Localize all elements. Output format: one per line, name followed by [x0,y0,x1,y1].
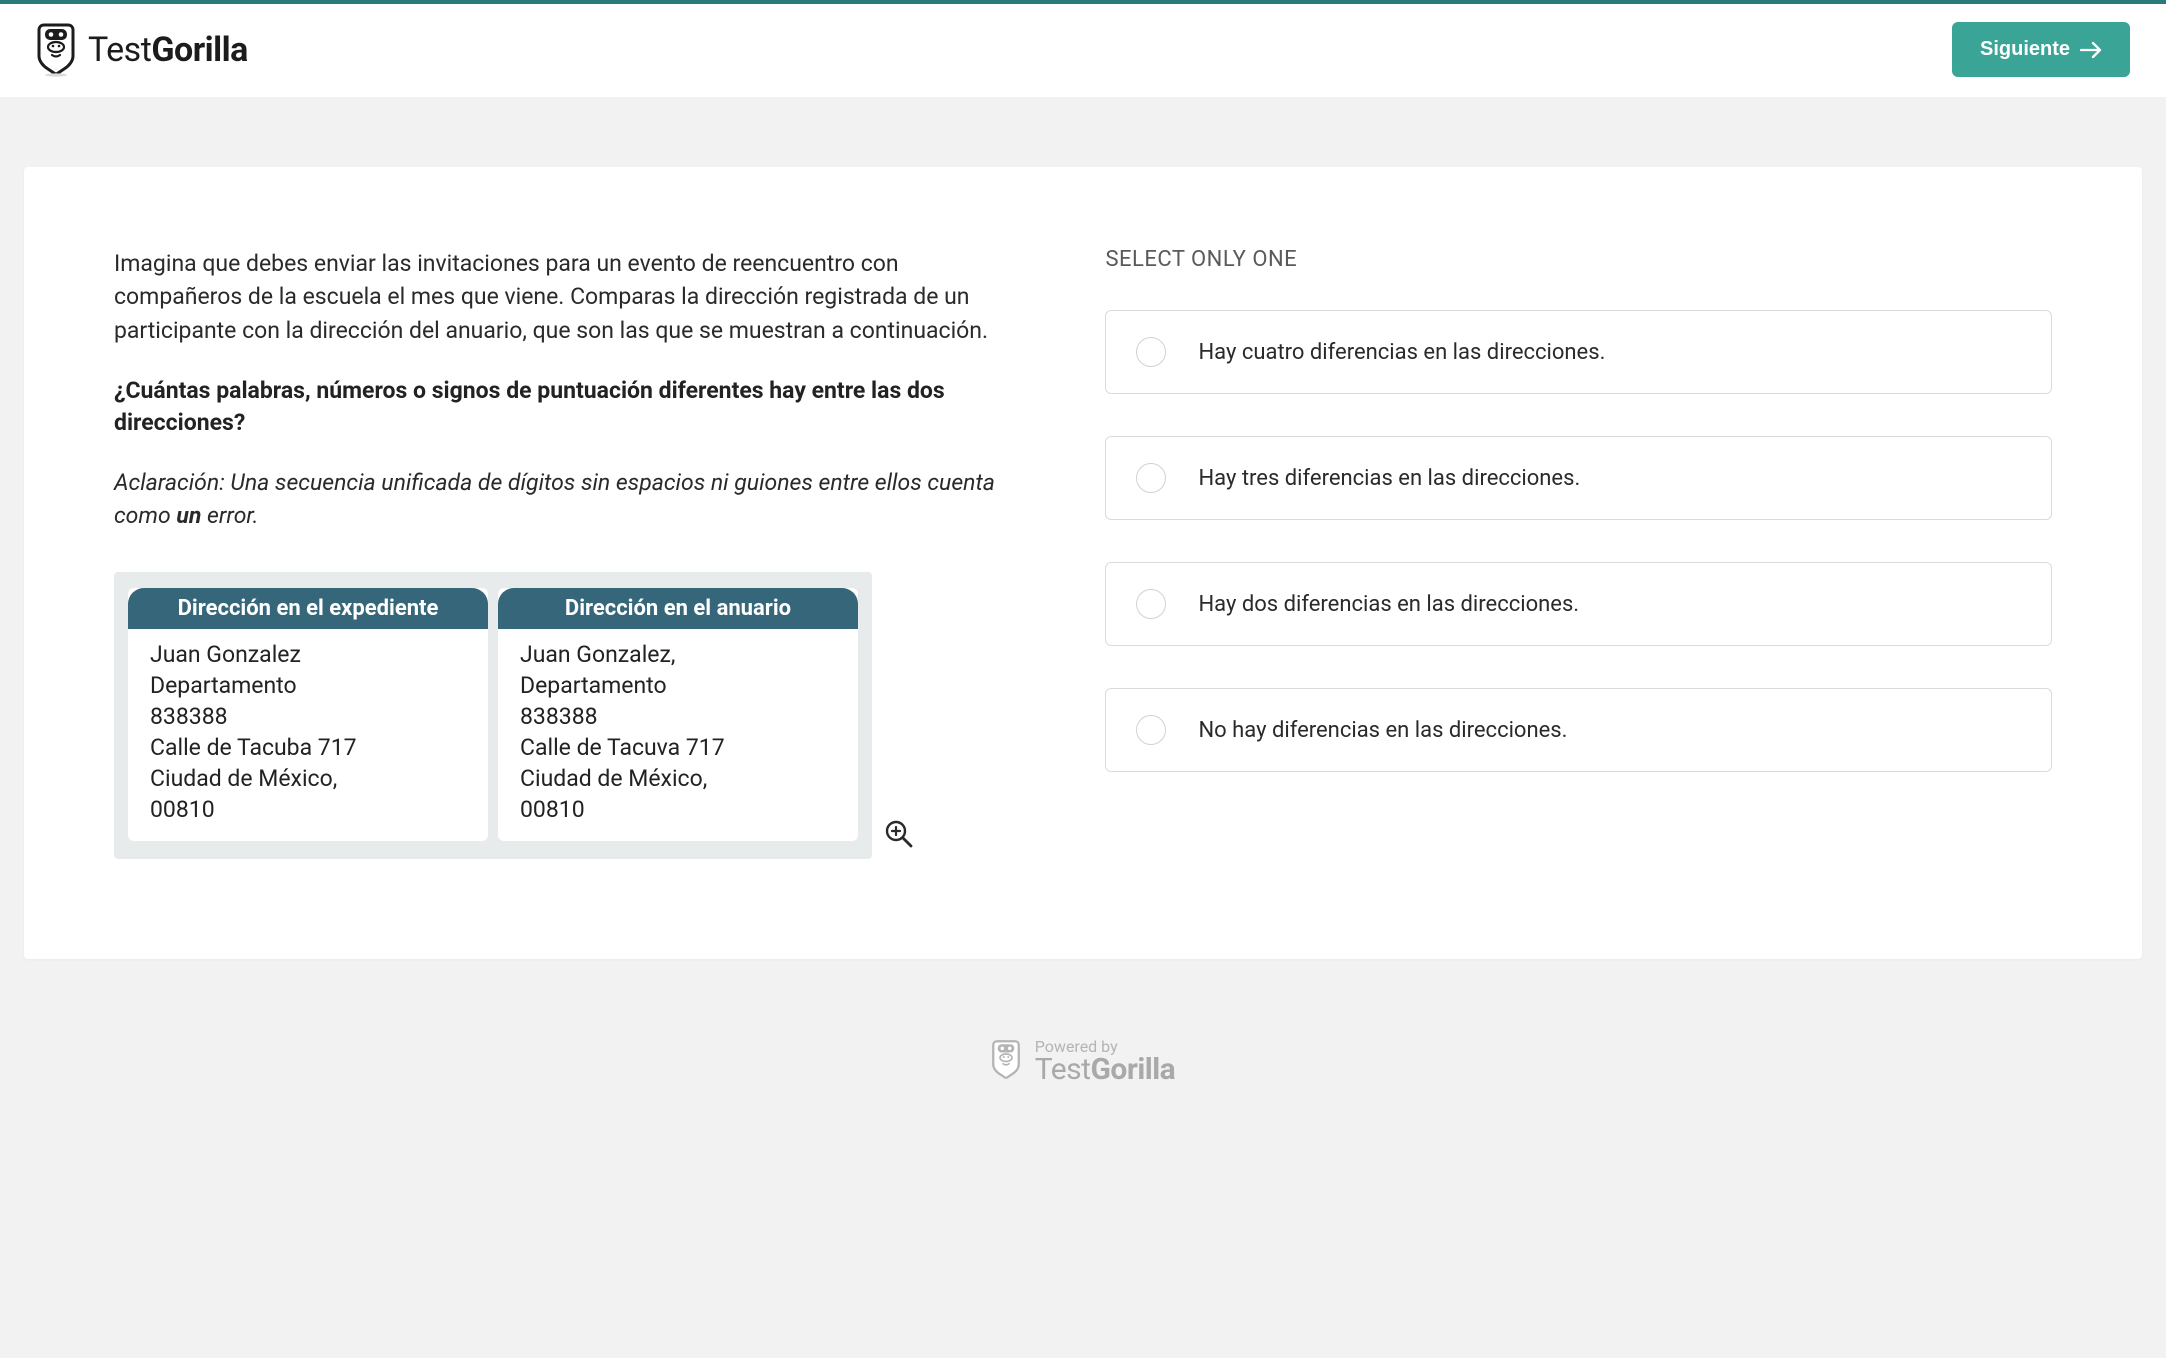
answer-option-1[interactable]: Hay tres diferencias en las direcciones. [1105,436,2052,520]
answers-column: SELECT ONLY ONE Hay cuatro diferencias e… [1105,247,2052,859]
question-clarification: Aclaración: Una secuencia unificada de d… [114,467,1005,531]
footer-logo-bold: Gorilla [1090,1052,1175,1087]
radio-icon [1136,337,1166,367]
top-bar: TestGorilla Siguiente [0,4,2166,97]
comparison-body-right: Juan Gonzalez, Departamento 838388 Calle… [498,629,858,841]
comparison-wrapper: Dirección en el expediente Juan Gonzalez… [114,572,872,859]
answer-option-label: Hay cuatro diferencias en las direccione… [1198,340,1605,365]
brand-logo-text: TestGorilla [88,30,248,70]
logo-text-bold: Gorilla [151,30,248,70]
answer-option-2[interactable]: Hay dos diferencias en las direcciones. [1105,562,2052,646]
footer: Powered by TestGorilla [0,999,2166,1145]
question-intro: Imagina que debes enviar las invitacione… [114,247,1005,347]
gorilla-icon [36,23,76,77]
zoom-button[interactable] [878,813,920,855]
answer-option-label: No hay diferencias en las direcciones. [1198,718,1567,743]
answer-option-3[interactable]: No hay diferencias en las direcciones. [1105,688,2052,772]
comparison-header-right: Dirección en el anuario [498,588,858,629]
question-column: Imagina que debes enviar las invitacione… [114,247,1005,859]
question-card: Imagina que debes enviar las invitacione… [24,167,2142,959]
comparison-table: Dirección en el expediente Juan Gonzalez… [114,572,872,859]
brand-logo: TestGorilla [36,23,248,77]
answer-option-label: Hay tres diferencias en las direcciones. [1198,466,1580,491]
clarification-bold: un [176,502,201,529]
gorilla-icon [991,1039,1021,1085]
zoom-in-icon [884,819,914,849]
footer-logo: Powered by TestGorilla [991,1039,1175,1085]
answer-option-label: Hay dos diferencias en las direcciones. [1198,592,1579,617]
radio-icon [1136,463,1166,493]
arrow-right-icon [2080,41,2102,59]
comparison-body-left: Juan Gonzalez Departamento 838388 Calle … [128,629,488,841]
radio-icon [1136,715,1166,745]
answers-heading: SELECT ONLY ONE [1105,247,2052,272]
comparison-col-right: Dirección en el anuario Juan Gonzalez, D… [498,588,858,841]
next-button-label: Siguiente [1980,38,2070,61]
logo-text-prefix: Test [88,30,151,70]
footer-text: Powered by TestGorilla [1035,1039,1175,1085]
answer-option-0[interactable]: Hay cuatro diferencias en las direccione… [1105,310,2052,394]
footer-logo-prefix: Test [1035,1052,1091,1087]
footer-brand-text: TestGorilla [1035,1055,1175,1085]
next-button[interactable]: Siguiente [1952,22,2130,77]
comparison-col-left: Dirección en el expediente Juan Gonzalez… [128,588,488,841]
question-prompt: ¿Cuántas palabras, números o signos de p… [114,375,1005,439]
comparison-header-left: Dirección en el expediente [128,588,488,629]
clarification-suffix: error. [201,502,258,529]
page-content: Imagina que debes enviar las invitacione… [0,167,2166,999]
radio-icon [1136,589,1166,619]
